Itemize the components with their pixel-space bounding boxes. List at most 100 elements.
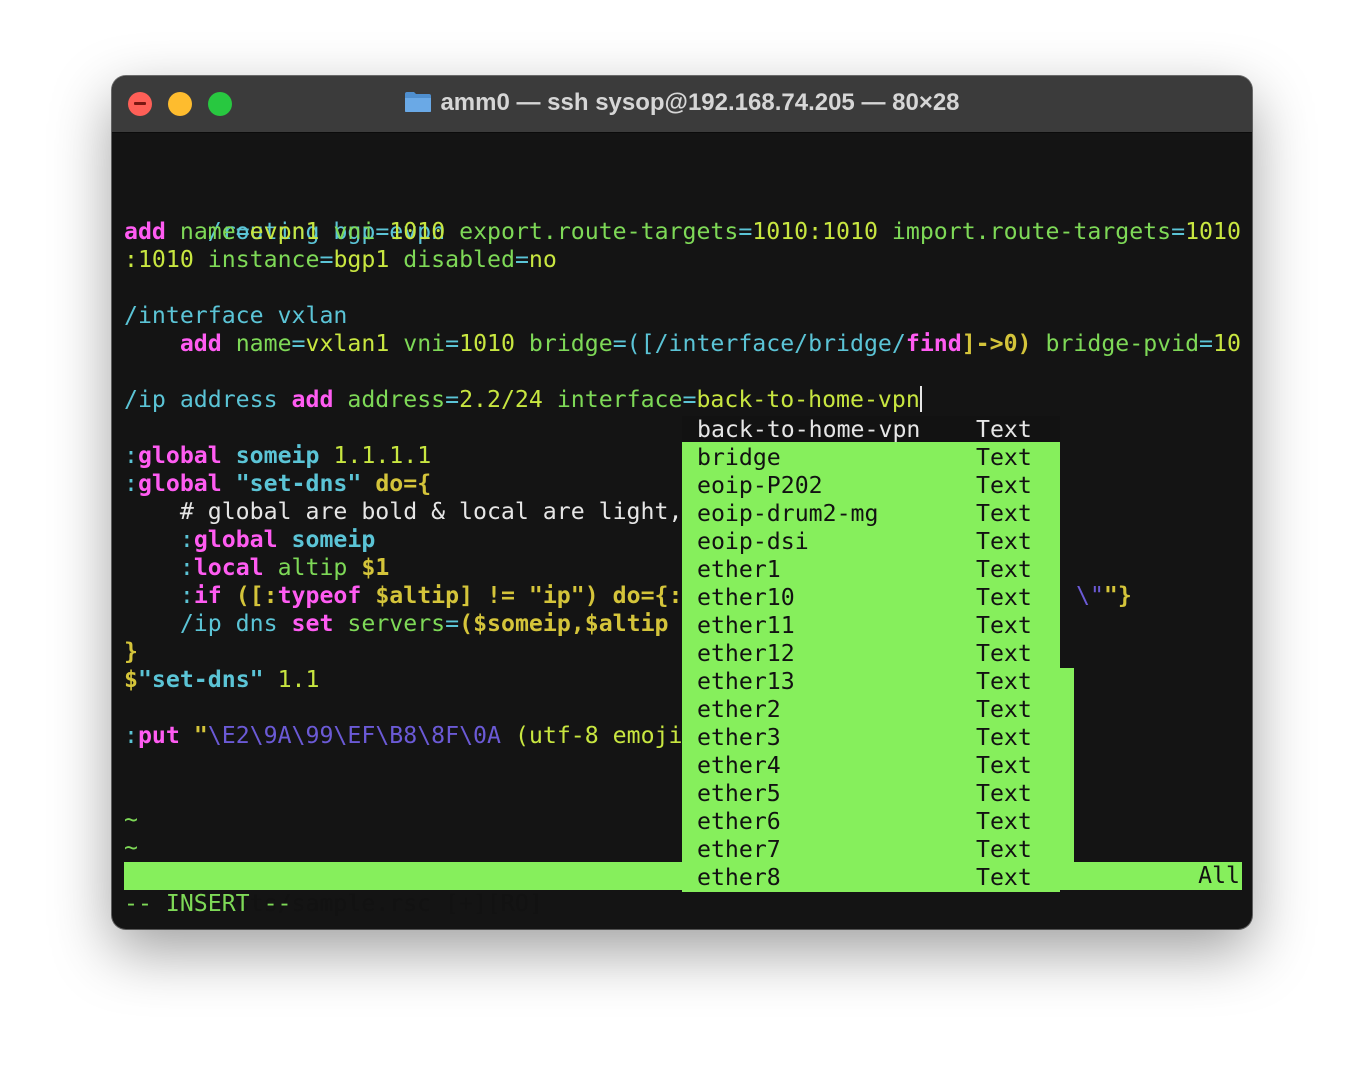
code-line-tail: \""}: [1076, 582, 1132, 610]
completion-item[interactable]: ether1 Text: [682, 556, 1060, 584]
code-token: global: [193, 526, 278, 553]
code-token: 1010: [1185, 218, 1241, 245]
completion-word: eoip-drum2-mg: [697, 500, 879, 527]
completion-word: ether12: [697, 640, 795, 667]
completion-item-selected[interactable]: back-to-home-vpn Text: [682, 416, 1060, 444]
code-token: /ip dns: [179, 610, 278, 637]
completion-item[interactable]: ether12 Text: [682, 640, 1060, 668]
completion-kind: Text: [976, 416, 1032, 443]
completion-kind: Text: [976, 724, 1032, 751]
completion-item[interactable]: eoip-P202 Text: [682, 472, 1060, 500]
code-token: someip: [235, 442, 320, 469]
code-token: /ip address: [124, 386, 278, 413]
code-token: vxlan1: [305, 330, 390, 357]
completion-kind: Text: [976, 780, 1032, 807]
code-token: export.route-targets: [459, 218, 739, 245]
completion-item[interactable]: ether5 Text: [682, 780, 1060, 808]
text-cursor: [919, 386, 922, 412]
completion-kind: Text: [976, 640, 1032, 667]
code-token: ]->0): [961, 330, 1032, 357]
code-token: find: [905, 330, 962, 357]
code-line: }: [124, 638, 138, 666]
completion-item[interactable]: bridge Text: [682, 444, 1060, 472]
code-line: :local altip $1: [124, 554, 389, 582]
code-token: 1.1: [277, 666, 320, 693]
code-token: :: [179, 526, 194, 553]
completion-item[interactable]: ether13 Text: [682, 668, 1060, 696]
terminal-content[interactable]: /routing bgp evpn add name=evpn1 vni=101…: [112, 133, 1252, 929]
completion-word: ether5: [697, 780, 781, 807]
code-token: "set-dns": [137, 666, 264, 693]
code-token: "set-dns": [235, 470, 362, 497]
empty-line-marker: ~: [124, 806, 138, 833]
completion-item[interactable]: ether3 Text: [682, 724, 1060, 752]
code-token: instance: [207, 246, 320, 273]
code-token: global: [137, 442, 222, 469]
title-bar[interactable]: amm0 — ssh sysop@192.168.74.205 — 80×28: [112, 76, 1252, 133]
code-token: vni: [333, 218, 376, 245]
completion-kind: Text: [976, 556, 1032, 583]
code-line: add name=vxlan1 vni=1010 bridge=([/inter…: [179, 330, 1241, 357]
code-token: add: [124, 218, 166, 245]
completion-item[interactable]: ether10 Text: [682, 584, 1060, 612]
code-token: 10: [1213, 330, 1241, 357]
code-line: /ip address add address=2.2/24 interface…: [124, 386, 922, 413]
code-token: 1010: [389, 218, 446, 245]
code-token: ($someip,$altip: [459, 610, 669, 637]
code-line: :global "set-dns" do={: [124, 470, 431, 498]
completion-word: ether2: [697, 696, 781, 723]
code-token: bgp1: [333, 246, 390, 273]
code-token: global: [137, 470, 222, 497]
completion-word: ether1: [697, 556, 781, 583]
completion-item[interactable]: ether6 Text: [682, 808, 1060, 836]
code-token: ([/interface/bridge/: [626, 330, 906, 357]
completion-word: ether13: [697, 668, 795, 695]
completion-kind: Text: [976, 612, 1032, 639]
code-token: interface: [556, 386, 683, 413]
code-token: bridge: [528, 330, 613, 357]
completion-item[interactable]: eoip-dsi Text: [682, 528, 1060, 556]
code-token: :: [124, 722, 138, 749]
code-token: :: [124, 470, 138, 497]
completion-kind: Text: [976, 668, 1032, 695]
code-line: :global someip: [124, 526, 375, 554]
completion-item[interactable]: ether4 Text: [682, 752, 1060, 780]
completion-item[interactable]: ether7 Text: [682, 836, 1060, 864]
completion-item[interactable]: ether8 Text: [682, 864, 1060, 892]
code-token: 1010:1010: [752, 218, 878, 245]
completion-item[interactable]: ether2 Text: [682, 696, 1060, 724]
completion-kind: Text: [976, 528, 1032, 555]
code-token: }: [124, 638, 138, 665]
code-line: $"set-dns" 1.1: [124, 666, 319, 694]
code-token: evpn1: [249, 218, 320, 245]
completion-word: ether4: [697, 752, 781, 779]
code-token: 2.2/24: [459, 386, 543, 413]
completion-word: eoip-P202: [697, 472, 823, 499]
code-comment: # global are bold & local are light,: [124, 498, 683, 525]
completion-kind: Text: [976, 584, 1032, 611]
code-token: :: [179, 582, 194, 609]
code-line: /ip dns set servers=($someip,$altip: [179, 610, 669, 637]
code-token: \": [1076, 582, 1104, 609]
terminal-window: amm0 — ssh sysop@192.168.74.205 — 80×28 …: [112, 76, 1252, 929]
code-token: vni: [403, 330, 446, 357]
completion-kind: Text: [976, 472, 1032, 499]
code-token: name: [235, 330, 292, 357]
completion-word: back-to-home-vpn: [697, 416, 921, 443]
mode-indicator: -- INSERT --: [124, 890, 292, 917]
completion-scrollbar[interactable]: [1060, 668, 1074, 864]
code-line: :if ([:typeof $altip] != "ip") do={:: [124, 582, 683, 610]
completion-kind: Text: [976, 864, 1032, 891]
code-token: put: [137, 722, 180, 749]
completion-kind: Text: [976, 836, 1032, 863]
completion-popup[interactable]: back-to-home-vpn Text bridge Text eoip-P202 T…: [682, 416, 1060, 892]
code-token: ": [193, 722, 208, 749]
code-token: name: [179, 218, 236, 245]
code-token: add: [291, 386, 334, 413]
code-token: typeof: [277, 582, 362, 609]
code-token: 1.1.1.1: [333, 442, 432, 469]
code-token: local: [193, 554, 264, 581]
completion-item[interactable]: eoip-drum2-mg Text: [682, 500, 1060, 528]
completion-kind: Text: [976, 752, 1032, 779]
completion-item[interactable]: ether11 Text: [682, 612, 1060, 640]
